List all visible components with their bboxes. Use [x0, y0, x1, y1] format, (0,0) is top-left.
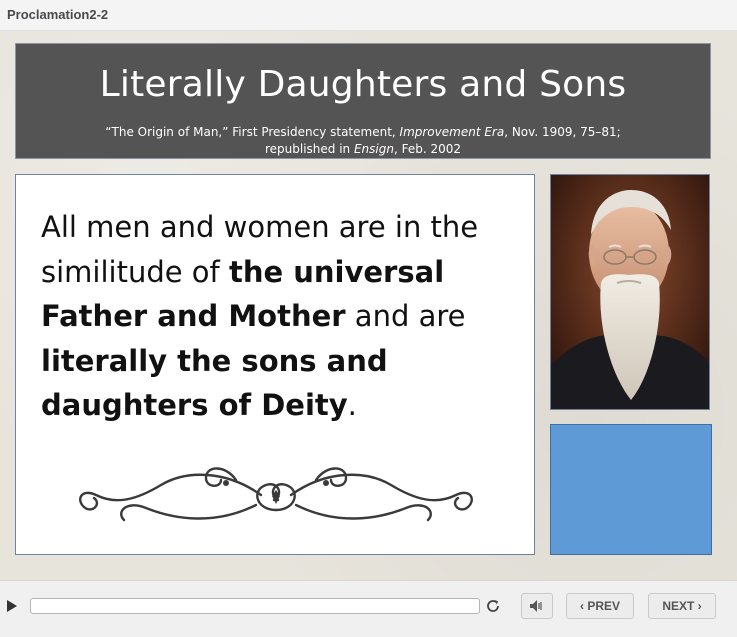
chevron-right-icon: ›	[697, 599, 702, 613]
volume-button[interactable]	[521, 593, 553, 619]
play-icon[interactable]	[6, 599, 18, 613]
citation-source: Improvement Era	[399, 125, 505, 139]
citation-text: “The Origin of Man,” First Presidency st…	[105, 125, 400, 139]
chevron-left-icon: ‹	[579, 599, 584, 613]
prev-button[interactable]: ‹ PREV	[566, 593, 634, 619]
prev-label: PREV	[587, 599, 621, 613]
citation-source: Ensign	[353, 142, 394, 156]
blue-panel	[550, 424, 712, 555]
slide-citation: “The Origin of Man,” First Presidency st…	[36, 124, 690, 158]
quote-text: All men and women are in the similitude …	[41, 205, 521, 428]
volume-icon	[530, 600, 542, 612]
seek-bar[interactable]	[30, 598, 480, 614]
slide-header: Literally Daughters and Sons “The Origin…	[15, 43, 711, 159]
replay-icon[interactable]	[484, 597, 502, 615]
quote-segment: .	[347, 388, 357, 422]
citation-text: republished in	[264, 142, 354, 156]
citation-text: , Nov. 1909, 75–81;	[504, 125, 621, 139]
quote-emphasis: literally the sons and daughters of Deit…	[41, 343, 388, 423]
window-title: Proclamation2-2	[7, 7, 109, 22]
quote-panel: All men and women are in the similitude …	[15, 174, 535, 555]
citation-text: , Feb. 2002	[393, 142, 462, 156]
portrait-image	[550, 174, 710, 410]
ornament-flourish-icon	[79, 467, 473, 522]
window-titlebar: Proclamation2-2	[0, 0, 737, 31]
next-button[interactable]: NEXT ›	[648, 593, 716, 619]
slide-stage: Literally Daughters and Sons “The Origin…	[0, 31, 737, 580]
player-controls: ‹ PREV NEXT ›	[0, 580, 737, 637]
portrait-illustration	[551, 175, 709, 409]
quote-segment: and are	[345, 299, 466, 333]
next-label: NEXT	[662, 599, 695, 613]
slide-title: Literally Daughters and Sons	[99, 64, 627, 105]
